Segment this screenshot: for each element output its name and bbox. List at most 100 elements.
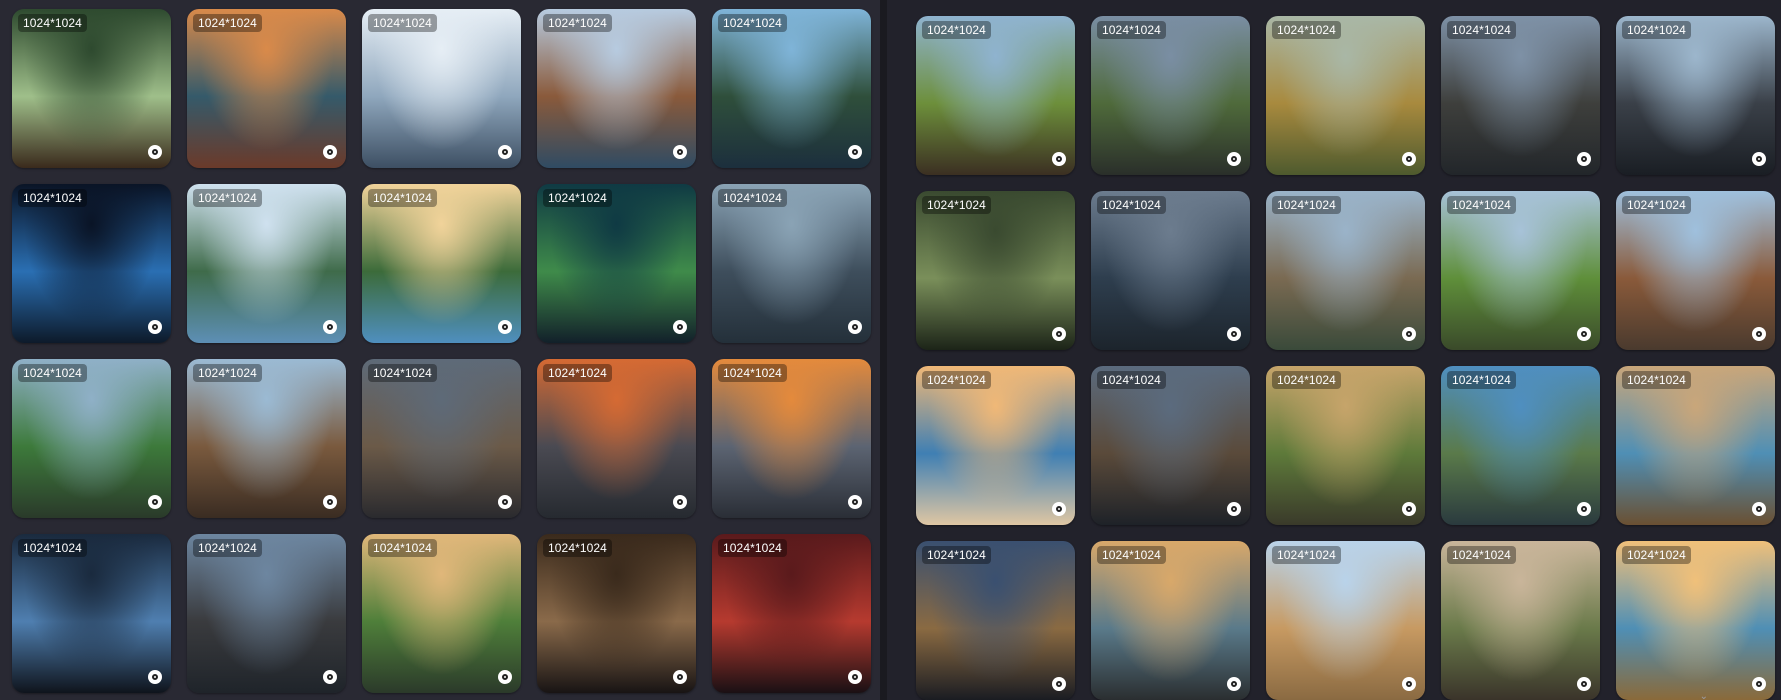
generate-similar-icon[interactable] [1577, 152, 1591, 166]
image-card[interactable]: 1024*1024 [12, 534, 171, 693]
image-card[interactable]: 1024*1024 [187, 9, 346, 168]
thumbnail-image-grass-path-hills [1266, 16, 1425, 175]
generate-similar-icon[interactable] [148, 495, 162, 509]
generate-similar-icon[interactable] [848, 320, 862, 334]
image-size-badge: 1024*1024 [1272, 371, 1341, 389]
generate-similar-icon[interactable] [1752, 152, 1766, 166]
generate-similar-icon[interactable] [1402, 502, 1416, 516]
generate-similar-icon[interactable] [673, 145, 687, 159]
image-card[interactable]: 1024*1024 [1091, 16, 1250, 175]
image-card[interactable]: 1024*1024 [1441, 541, 1600, 700]
generate-similar-icon[interactable] [498, 145, 512, 159]
generate-similar-icon[interactable] [323, 320, 337, 334]
image-card[interactable]: 1024*1024 [712, 359, 871, 518]
thumbnail-image-pine-lake-sunny [362, 184, 521, 343]
image-card[interactable]: 1024*1024 [916, 16, 1075, 175]
image-card[interactable]: 1024*1024 [1266, 366, 1425, 525]
generate-similar-icon[interactable] [1402, 677, 1416, 691]
generate-similar-icon[interactable] [498, 670, 512, 684]
image-card[interactable]: 1024*1024 [187, 359, 346, 518]
image-card[interactable]: 1024*1024 [1616, 366, 1775, 525]
generate-similar-icon[interactable] [1402, 327, 1416, 341]
image-card[interactable]: 1024*1024 [537, 9, 696, 168]
generate-similar-icon[interactable] [323, 670, 337, 684]
generate-similar-icon[interactable] [673, 495, 687, 509]
image-card[interactable]: 1024*1024 [1616, 191, 1775, 350]
image-card[interactable]: 1024*1024 [362, 184, 521, 343]
image-card[interactable]: 1024*1024 [1266, 191, 1425, 350]
generate-similar-icon[interactable] [1577, 327, 1591, 341]
image-card[interactable]: 1024*1024 [916, 541, 1075, 700]
image-size-badge: 1024*1024 [543, 539, 612, 557]
image-card[interactable]: 1024*1024 [712, 9, 871, 168]
image-card[interactable]: 1024*1024 [362, 359, 521, 518]
image-size-badge: 1024*1024 [1272, 21, 1341, 39]
image-gallery-page: 1024*1024 1024*1024 1024*1024 1024*1024 1024… [0, 0, 1781, 700]
generate-similar-icon[interactable] [498, 320, 512, 334]
image-card[interactable]: 1024*1024 [1616, 541, 1775, 700]
image-size-badge: 1024*1024 [922, 196, 991, 214]
thumbnail-image-cliff-coast [1441, 366, 1600, 525]
image-size-badge: 1024*1024 [368, 14, 437, 32]
generate-similar-icon[interactable] [1227, 327, 1241, 341]
image-card[interactable]: 1024*1024 [1441, 191, 1600, 350]
thumbnail-image-valley-flowers [1266, 366, 1425, 525]
image-card[interactable]: 1024*1024 [537, 184, 696, 343]
generate-similar-icon[interactable] [673, 320, 687, 334]
generate-similar-icon[interactable] [1052, 152, 1066, 166]
generate-similar-icon[interactable] [148, 320, 162, 334]
image-card[interactable]: 1024*1024 [712, 184, 871, 343]
generate-similar-icon[interactable] [323, 495, 337, 509]
image-card[interactable]: 1024*1024 [537, 534, 696, 693]
generate-similar-icon[interactable] [1052, 327, 1066, 341]
image-card[interactable]: 1024*1024 [1441, 366, 1600, 525]
image-card[interactable]: 1024*1024 [12, 9, 171, 168]
generate-similar-icon[interactable] [323, 145, 337, 159]
thumbnail-image-stormy-village [362, 359, 521, 518]
image-card[interactable]: 1024*1024 [362, 9, 521, 168]
image-card[interactable]: 1024*1024 [1091, 366, 1250, 525]
image-card[interactable]: 1024*1024 [712, 534, 871, 693]
image-card[interactable]: 1024*1024 [1441, 16, 1600, 175]
generate-similar-icon[interactable] [1577, 502, 1591, 516]
generate-similar-icon[interactable] [1752, 502, 1766, 516]
thumbnail-image-river-savanna [1616, 541, 1775, 700]
image-card[interactable]: 1024*1024 [1266, 541, 1425, 700]
generate-similar-icon[interactable] [1402, 152, 1416, 166]
image-card[interactable]: 1024*1024 [1266, 16, 1425, 175]
thumbnail-image-dark-hall [12, 534, 171, 693]
thumbnail-image-town-plain [1441, 541, 1600, 700]
generate-similar-icon[interactable] [848, 145, 862, 159]
image-size-badge: 1024*1024 [193, 14, 262, 32]
image-card[interactable]: 1024*1024 [537, 359, 696, 518]
image-card[interactable]: 1024*1024 [1616, 16, 1775, 175]
generate-similar-icon[interactable] [1052, 502, 1066, 516]
image-card[interactable]: 1024*1024 [12, 184, 171, 343]
image-card[interactable]: 1024*1024 [1091, 191, 1250, 350]
image-card[interactable]: 1024*1024 [362, 534, 521, 693]
generate-similar-icon[interactable] [848, 495, 862, 509]
image-card[interactable]: 1024*1024 [1091, 541, 1250, 700]
generate-similar-icon[interactable] [498, 495, 512, 509]
scroll-down-icon[interactable]: ⌄ [1700, 691, 1708, 700]
image-card[interactable]: 1024*1024 [916, 366, 1075, 525]
image-card[interactable]: 1024*1024 [187, 534, 346, 693]
image-card[interactable]: 1024*1024 [187, 184, 346, 343]
image-size-badge: 1024*1024 [718, 14, 787, 32]
thumbnail-image-burning-village [537, 359, 696, 518]
image-card[interactable]: 1024*1024 [916, 191, 1075, 350]
generate-similar-icon[interactable] [1227, 502, 1241, 516]
image-size-badge: 1024*1024 [1097, 21, 1166, 39]
generate-similar-icon[interactable] [1577, 677, 1591, 691]
thumbnail-image-stone-bedroom [537, 534, 696, 693]
generate-similar-icon[interactable] [1227, 677, 1241, 691]
generate-similar-icon[interactable] [1227, 152, 1241, 166]
generate-similar-icon[interactable] [673, 670, 687, 684]
generate-similar-icon[interactable] [148, 670, 162, 684]
generate-similar-icon[interactable] [148, 145, 162, 159]
generate-similar-icon[interactable] [1752, 677, 1766, 691]
image-card[interactable]: 1024*1024 [12, 359, 171, 518]
generate-similar-icon[interactable] [1752, 327, 1766, 341]
generate-similar-icon[interactable] [1052, 677, 1066, 691]
generate-similar-icon[interactable] [848, 670, 862, 684]
